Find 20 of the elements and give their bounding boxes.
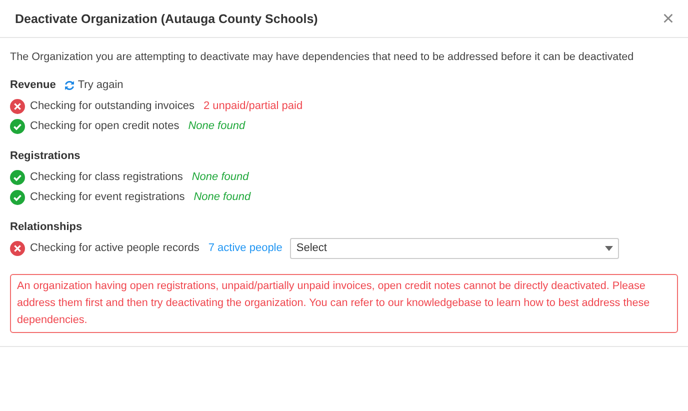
- check-label: Checking for outstanding invoices: [30, 100, 194, 112]
- check-result: None found: [194, 191, 251, 203]
- section-title: Relationships: [10, 221, 82, 233]
- check-result: 2 unpaid/partial paid: [203, 100, 303, 112]
- caret-icon: [605, 246, 614, 250]
- refresh-icon: [64, 80, 75, 90]
- check-label: Checking for open credit notes: [30, 120, 180, 132]
- check-label: Checking for class registrations: [30, 171, 183, 183]
- dialog-title: Deactivate Organization (Autauga County Schools): [15, 12, 318, 26]
- check-result: None found: [192, 171, 249, 183]
- intro-text: The Organization you are attempting to deactivate may have dependencies that need to be addressed before it can be deactivated: [10, 51, 635, 63]
- select-dropdown[interactable]: Select: [290, 238, 620, 258]
- check-result: None found: [188, 120, 246, 132]
- section-title: Registrations: [10, 150, 80, 162]
- close-button[interactable]: ×: [660, 8, 676, 28]
- check-label: Checking for active people records: [30, 242, 200, 254]
- check-label: Checking for event registrations: [30, 191, 185, 203]
- section-title: Revenue: [10, 79, 56, 91]
- try-again-link[interactable]: Try again: [64, 79, 124, 91]
- error-alert: An organization having open registrations, unpaid/partially unpaid invoices, open credit notes cannot be directly deactivated. Please address them first and then try deactivating the organization. You can refer to our knowledgebase to learn how to best address these dependencies.: [10, 274, 678, 333]
